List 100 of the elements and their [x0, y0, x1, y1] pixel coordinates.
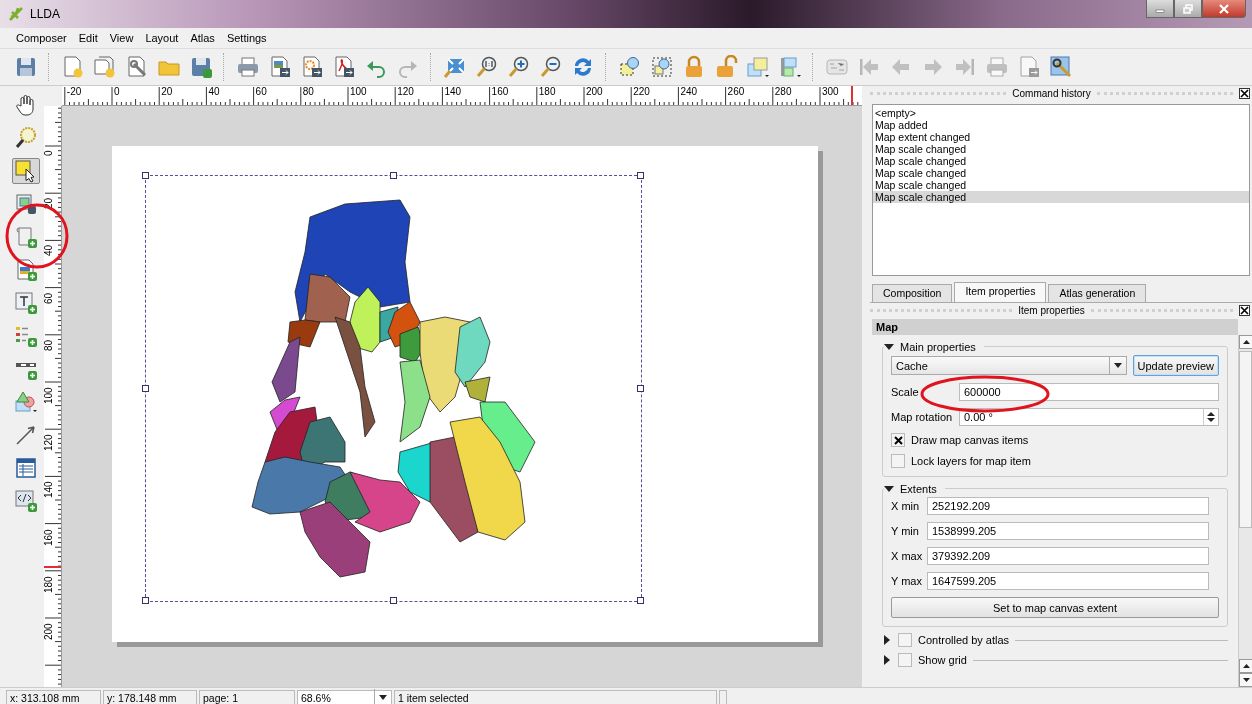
ruler-label: 0 [44, 150, 54, 156]
tab[interactable]: Item properties [954, 282, 1047, 302]
extent-field[interactable]: 1538999.205 [927, 522, 1209, 540]
zoom-dropdown[interactable]: 68.6% [297, 690, 392, 704]
history-item[interactable]: Map scale changed [873, 155, 1249, 167]
zoom-out-icon[interactable] [539, 55, 563, 79]
scrollbar[interactable] [1238, 335, 1252, 687]
resize-handle[interactable] [389, 172, 397, 179]
status-message: 1 item selected [394, 690, 717, 704]
resize-handle[interactable] [637, 172, 644, 179]
select-all-icon[interactable] [650, 55, 674, 79]
extent-field[interactable]: 1647599.205 [927, 572, 1209, 590]
history-item[interactable]: Map scale changed [873, 179, 1249, 191]
ruler-label: 280 [774, 87, 792, 97]
field-label: Scale [891, 386, 920, 398]
export-image-icon[interactable] [268, 55, 292, 79]
export-svg-icon[interactable] [300, 55, 324, 79]
resize-handle[interactable] [637, 597, 644, 604]
tool-button[interactable] [12, 488, 40, 514]
history-item[interactable]: Map scale changed [873, 167, 1249, 179]
scrollbar-thumb[interactable] [1239, 351, 1252, 528]
resize-handle[interactable] [142, 172, 149, 179]
scroll-down-icon[interactable] [1242, 678, 1250, 682]
expand-triangle-icon[interactable] [882, 655, 892, 665]
collapse-triangle-icon[interactable] [884, 484, 894, 494]
page-readout: page: 1 [199, 690, 295, 704]
restore-button[interactable] [1174, 0, 1202, 18]
scale-field[interactable]: 600000 [959, 383, 1219, 401]
cursor-y-readout: y: 178.148 mm [103, 690, 197, 704]
wrench-settings-icon[interactable] [1049, 55, 1073, 79]
select-items-icon[interactable] [618, 55, 642, 79]
resize-handle[interactable] [142, 384, 149, 392]
shapes-icon [14, 390, 38, 414]
checkbox-label: Draw map canvas items [911, 434, 1029, 446]
selected-tool-button[interactable] [12, 158, 40, 184]
save-as-icon[interactable] [189, 55, 213, 79]
resize-handle[interactable] [637, 384, 644, 392]
preview-mode-dropdown[interactable]: Cache [891, 356, 1127, 375]
tab[interactable]: Atlas generation [1048, 284, 1147, 302]
set-extent-button[interactable]: Set to map canvas extent [891, 597, 1219, 618]
minimize-button[interactable] [1146, 0, 1174, 18]
tab[interactable]: Composition [872, 284, 953, 302]
menu-item[interactable]: Settings [220, 30, 273, 46]
ruler-label: 140 [444, 87, 462, 97]
page-wrench-icon[interactable] [125, 55, 149, 79]
checkbox[interactable] [891, 454, 905, 468]
zoom-actual-size-icon[interactable] [475, 55, 499, 79]
spinner-arrows-icon[interactable] [1207, 411, 1215, 423]
rotation-spinbox[interactable]: 0.00 ° [959, 408, 1219, 426]
close-button[interactable] [1239, 87, 1250, 99]
field-label: Map rotation [891, 411, 953, 423]
export-pdf-icon[interactable] [332, 55, 356, 79]
history-item[interactable]: <empty> [873, 107, 1249, 119]
field-label: Y max [891, 575, 923, 587]
collapse-triangle-icon[interactable] [884, 342, 894, 352]
ruler-label: -20 [66, 87, 82, 97]
text-add-icon [14, 291, 38, 315]
field-label: X max [891, 550, 923, 562]
history-item[interactable]: Map scale changed [873, 143, 1249, 155]
expand-triangle-icon[interactable] [882, 635, 892, 645]
aligned-squares-icon[interactable] [778, 55, 802, 79]
menu-item[interactable]: Atlas [184, 30, 221, 46]
ruler-label: 100 [350, 87, 367, 97]
group-title: Main properties [900, 341, 976, 353]
extent-field[interactable]: 379392.209 [927, 547, 1209, 565]
close-icon[interactable] [1218, 3, 1230, 14]
ruler-label: 240 [680, 87, 698, 97]
ruler-label: 260 [727, 87, 745, 97]
zoom-in-icon[interactable] [507, 55, 531, 79]
history-item[interactable]: Map scale changed [873, 191, 1249, 203]
history-item[interactable]: Map added [873, 119, 1249, 131]
extent-field[interactable]: 252192.209 [927, 497, 1209, 515]
ruler-label: 160 [44, 528, 54, 546]
scroll-up-icon[interactable] [1242, 664, 1250, 668]
panel-title: Item properties [1018, 304, 1085, 316]
group-title: Extents [900, 483, 937, 495]
print-icon[interactable] [236, 55, 260, 79]
resize-handle[interactable] [142, 597, 149, 604]
menu-item[interactable]: View [103, 30, 140, 46]
menu-item[interactable]: Layout [139, 30, 185, 46]
scroll-up-icon[interactable] [1242, 340, 1250, 344]
checkbox[interactable] [898, 633, 912, 647]
menu-item[interactable]: Composer [10, 30, 73, 46]
ruler-label: 40 [44, 245, 54, 257]
update-preview-button[interactable]: Update preview [1132, 355, 1219, 376]
zoom-full-icon[interactable] [443, 55, 467, 79]
checkbox[interactable] [898, 653, 912, 667]
save-icon[interactable] [14, 55, 38, 79]
map-frame[interactable] [145, 175, 642, 602]
tool-button[interactable] [12, 290, 40, 316]
close-button[interactable] [1239, 304, 1250, 316]
open-padlock-icon[interactable] [714, 55, 738, 79]
ruler-label: 220 [633, 87, 650, 97]
history-item[interactable]: Map extent changed [873, 131, 1249, 143]
checkbox[interactable] [891, 433, 905, 447]
app-logo-icon [8, 6, 24, 22]
menu-item[interactable]: Edit [72, 30, 104, 46]
field-label: Y min [891, 525, 920, 537]
section-title: Controlled by atlas [918, 634, 1010, 646]
resize-handle[interactable] [389, 597, 397, 604]
